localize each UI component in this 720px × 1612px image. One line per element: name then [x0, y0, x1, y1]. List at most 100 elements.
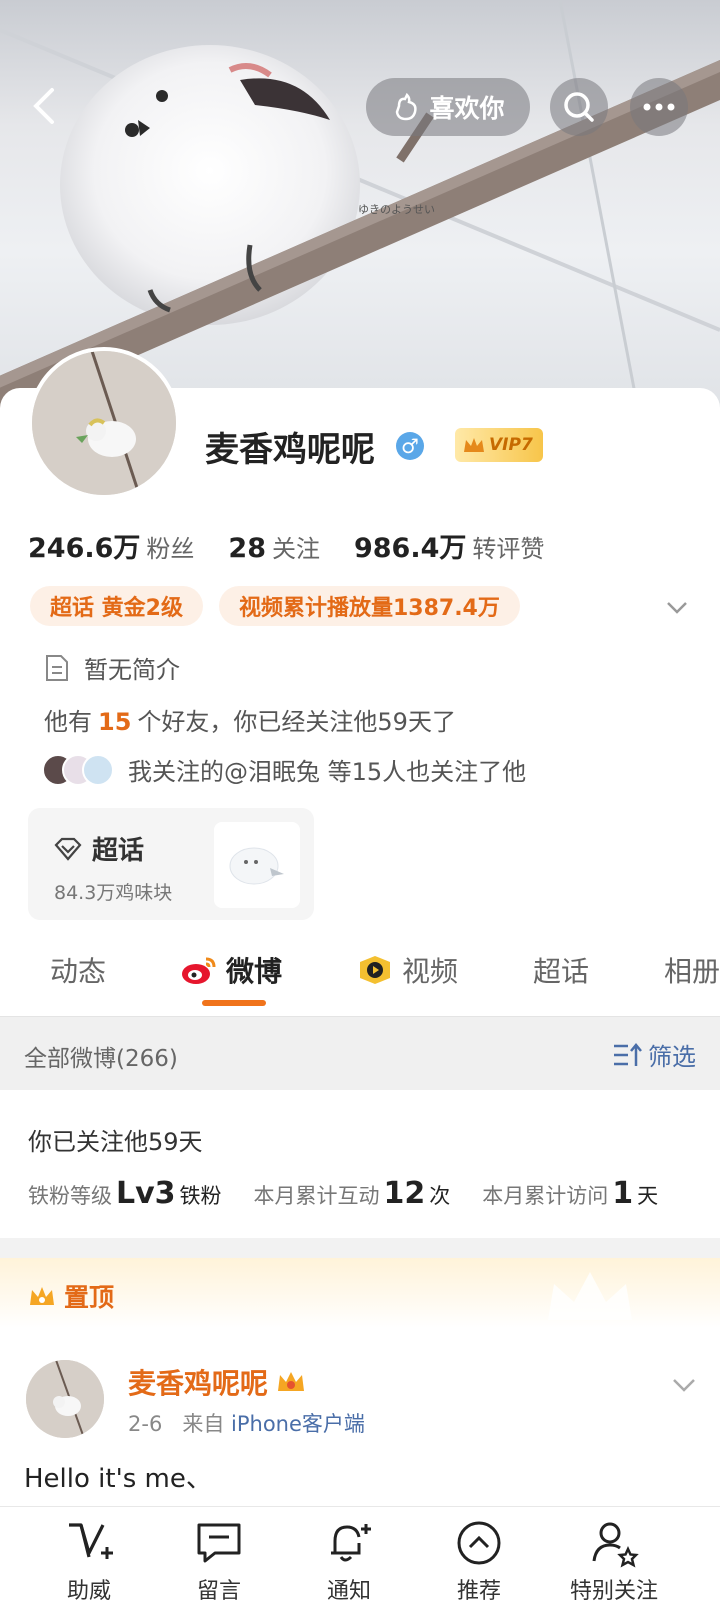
bird-illustration	[229, 847, 284, 885]
bottom-action-bar: 助威 留言 通知 推荐 特别关注	[0, 1506, 720, 1612]
bell-icon	[331, 1524, 371, 1562]
avatar-image	[26, 1360, 104, 1438]
more-icon	[643, 103, 675, 111]
search-button[interactable]	[550, 78, 608, 136]
active-tab-indicator	[202, 1000, 266, 1006]
stat-value: 246.6万	[28, 533, 141, 564]
stat-label: 转评赞	[472, 535, 545, 563]
stat-value: 28	[228, 533, 266, 564]
cheer-icon	[69, 1523, 113, 1559]
notify-label: 通知	[326, 1579, 371, 1604]
stat-reposts-comments-likes[interactable]: 986.4万 转评赞	[354, 526, 544, 565]
profile-stats: 246.6万 粉丝 28 关注 986.4万 转评赞	[28, 526, 544, 565]
cheer-button[interactable]: 助威	[34, 1517, 144, 1605]
diamond-icon	[54, 837, 82, 861]
special-follow-icon	[592, 1522, 639, 1568]
pinned-label: 置顶	[64, 1283, 115, 1312]
tab-label: 超话	[533, 955, 590, 988]
stat-followers[interactable]: 246.6万 粉丝	[28, 526, 194, 565]
super-topic-subtitle: 84.3万鸡味块	[54, 882, 173, 904]
all-weibo-count: 全部微博(266)	[24, 1046, 178, 1072]
intro-text: 暂无简介	[84, 656, 180, 684]
tab-activity[interactable]: 动态	[50, 950, 106, 990]
tab-label: 相册	[664, 955, 720, 988]
gender-male-icon: ♂	[396, 432, 424, 460]
super-topic-thumbnail	[214, 822, 300, 908]
super-topic-title: 超话	[54, 830, 144, 867]
back-button[interactable]	[24, 84, 68, 128]
post-author-avatar[interactable]	[26, 1360, 104, 1438]
tab-label: 动态	[50, 955, 107, 988]
friends-info[interactable]: 他有 15 个好友，你已经关注他59天了	[44, 702, 456, 737]
tag-video-plays[interactable]: 视频累计播放量1387.4万	[218, 586, 520, 626]
super-topic-label: 超话	[92, 836, 145, 866]
tab-weibo[interactable]: 微博	[180, 950, 282, 990]
search-icon	[564, 92, 594, 122]
mini-avatar	[82, 753, 114, 786]
post-author-name: 麦香鸡呢呢	[128, 1367, 269, 1400]
notify-button[interactable]: 通知	[294, 1517, 404, 1605]
message-label: 留言	[196, 1579, 241, 1604]
mutual-text: 我关注的@泪眠兔 等15人也关注了他	[128, 758, 527, 786]
fan-visit-unit: 天	[637, 1184, 659, 1208]
filter-label: 筛选	[648, 1043, 696, 1071]
vip-badge[interactable]: VIP7	[455, 428, 543, 462]
crown-icon	[30, 1287, 54, 1305]
tab-video[interactable]: 视频	[356, 950, 458, 990]
fan-interact-value: 12	[383, 1176, 426, 1211]
vip-label: VIP7	[489, 435, 533, 455]
video-icon	[360, 956, 390, 984]
friends-count: 15	[98, 708, 132, 736]
filter-bar: 全部微博(266) 筛选	[0, 1016, 720, 1090]
profile-intro: 暂无简介	[44, 650, 180, 685]
more-button[interactable]	[630, 78, 688, 136]
post-date: 2-6	[128, 1412, 163, 1436]
fan-level-value: Lv3	[116, 1176, 176, 1211]
message-button[interactable]: 留言	[164, 1517, 274, 1605]
avatar[interactable]	[28, 347, 180, 499]
friends-suffix: 个好友，你已经关注他59天了	[137, 708, 456, 736]
post-text: Hello it's me、	[24, 1464, 212, 1494]
message-icon	[197, 1523, 241, 1563]
stat-value: 986.4万	[353, 533, 467, 564]
recommend-button[interactable]: 推荐	[424, 1517, 534, 1605]
fan-level-name: 铁粉	[179, 1184, 222, 1208]
tag-super-topic-level[interactable]: 超话 黄金2级	[30, 586, 203, 626]
stat-following[interactable]: 28 关注	[228, 529, 320, 564]
fan-stats-row: 铁粉等级 Lv3 铁粉 本月累计互动 12 次 本月累计访问 1 天	[28, 1176, 718, 1211]
post-from: 来自	[182, 1412, 225, 1436]
post-meta: 2-6 来自 iPhone客户端	[128, 1408, 365, 1438]
recommend-label: 推荐	[456, 1579, 501, 1604]
fan-interact-unit: 次	[429, 1184, 451, 1208]
cheer-label: 助威	[66, 1579, 111, 1604]
vip-crown-icon	[278, 1372, 305, 1391]
fan-visit-label: 本月累计访问	[482, 1184, 609, 1208]
special-follow-button[interactable]: 特别关注	[554, 1517, 674, 1605]
profile-tabs: 动态 微博 视频 超话 相册	[0, 940, 720, 1016]
fan-info-card[interactable]: 你已关注他59天 铁粉等级 Lv3 铁粉 本月累计互动 12 次 本月累计访问 …	[0, 1090, 720, 1238]
super-topic-card[interactable]: 超话 84.3万鸡味块	[28, 808, 314, 920]
mutual-follows[interactable]: 我关注的@泪眠兔 等15人也关注了他	[42, 752, 526, 787]
friends-prefix: 他有	[44, 708, 92, 736]
filter-icon	[614, 1042, 642, 1066]
stat-label: 关注	[271, 535, 320, 563]
post-source[interactable]: iPhone客户端	[231, 1412, 365, 1436]
profile-tags: 超话 黄金2级 视频累计播放量1387.4万	[30, 586, 520, 626]
fan-interact-label: 本月累计互动	[253, 1184, 380, 1208]
back-icon	[33, 88, 54, 124]
recommend-icon	[457, 1521, 501, 1565]
tab-label: 微博	[226, 955, 283, 988]
like-icon	[396, 92, 418, 121]
filter-button[interactable]: 筛选	[612, 1037, 696, 1072]
post-author[interactable]: 麦香鸡呢呢	[128, 1362, 306, 1402]
banner-watermark: ゆきのようせい	[358, 203, 435, 216]
weibo-post[interactable]: 麦香鸡呢呢 2-6 来自 iPhone客户端 Hello it's me、	[0, 1330, 720, 1504]
post-menu-chevron-icon[interactable]	[670, 1370, 698, 1398]
like-you-button[interactable]: 喜欢你	[366, 78, 530, 136]
tab-super-topic[interactable]: 超话	[533, 950, 589, 990]
like-you-label: 喜欢你	[429, 94, 505, 123]
crown-watermark-icon	[548, 1272, 632, 1320]
tab-album[interactable]: 相册	[664, 950, 720, 990]
stat-label: 粉丝	[146, 535, 195, 563]
expand-chevron-icon[interactable]	[664, 594, 690, 620]
